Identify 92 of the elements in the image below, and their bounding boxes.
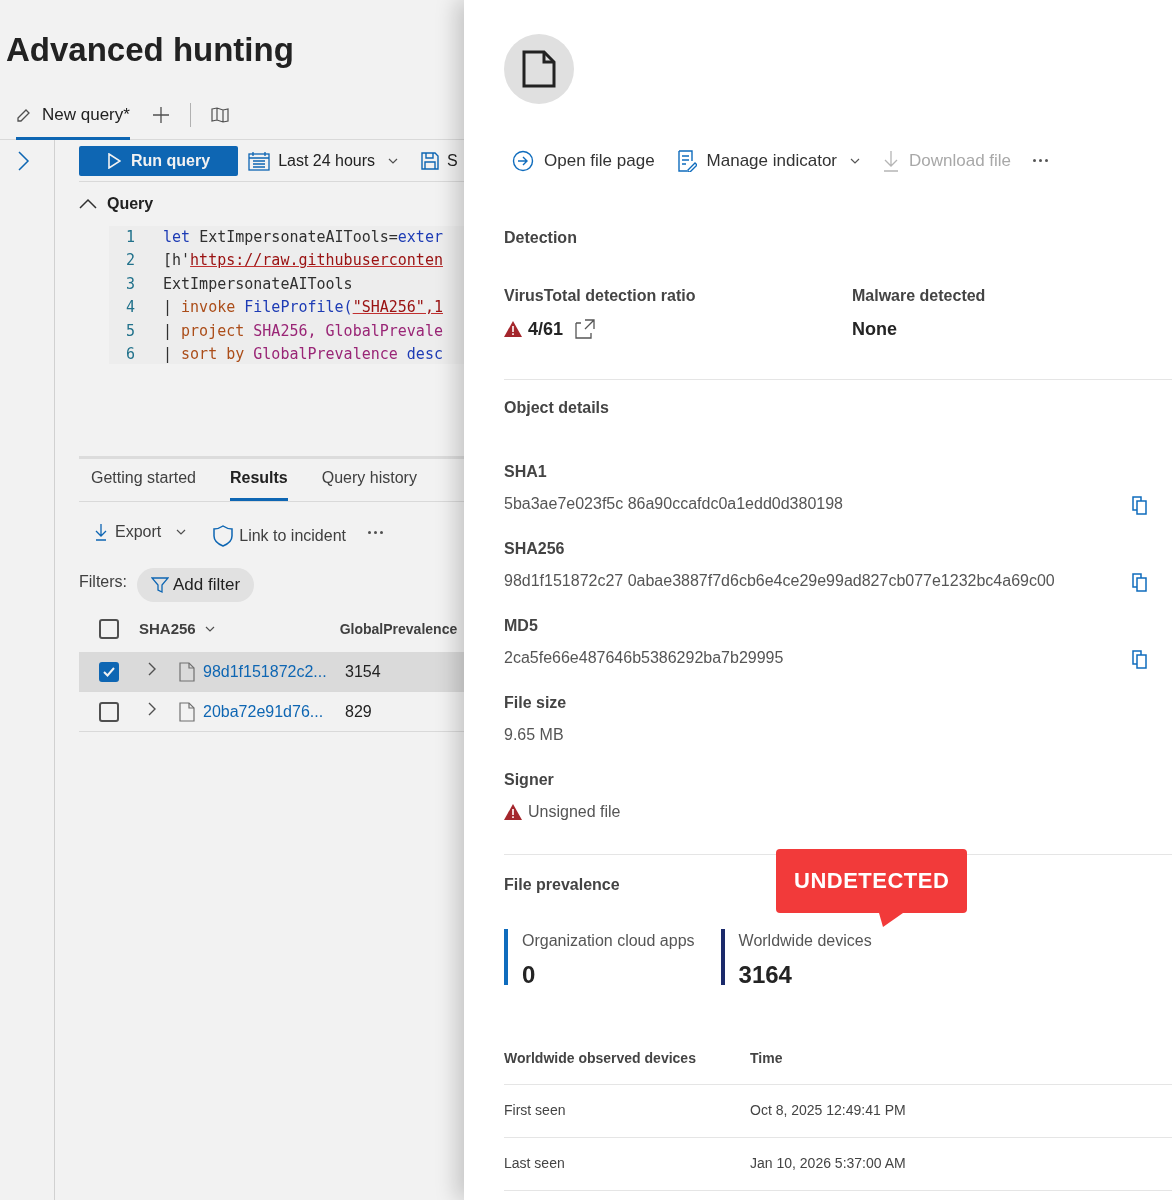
section-heading: Object details — [504, 397, 610, 418]
action-button[interactable]: Manage indicator — [676, 148, 861, 174]
results-tab[interactable]: Results — [229, 466, 288, 501]
line-number: 2 — [124, 250, 136, 272]
code-line: | project SHA256, GlobalPrevale — [163, 320, 443, 342]
calendar-icon — [248, 150, 271, 171]
field-value: None — [852, 317, 898, 341]
file-icon — [179, 661, 195, 682]
stat-value: 3164 — [738, 959, 793, 990]
column-header[interactable]: GlobalPrevalence — [339, 618, 458, 640]
table-cell-text: Oct 8, 2025 12:49:41 PM — [750, 1101, 906, 1120]
field-label: SHA1 — [504, 461, 548, 482]
code-line: | sort by GlobalPrevalence desc — [163, 344, 443, 364]
save-icon — [421, 151, 440, 170]
undetected-callout: UNDETECTED — [776, 848, 968, 913]
external-link-icon[interactable] — [575, 319, 596, 339]
arrow-circle-icon — [512, 149, 534, 172]
callout-tail — [879, 912, 904, 927]
code-line: | invoke FileProfile("SHA256",1 — [163, 297, 443, 319]
time-range-dropdown[interactable]: Last 24 hours — [248, 148, 400, 173]
results-tab[interactable]: Getting started — [91, 466, 196, 501]
map-icon[interactable] — [210, 107, 229, 123]
field-label: MD5 — [504, 615, 539, 636]
more-icon[interactable] — [368, 530, 383, 534]
checkbox[interactable] — [99, 661, 119, 682]
expand-icon[interactable] — [16, 150, 30, 172]
table-cell-text: 829 — [345, 701, 372, 722]
query-section-toggle[interactable]: Query — [79, 182, 464, 226]
table-cell-text: Jan 10, 2026 5:37:00 AM — [750, 1154, 906, 1173]
file-icon — [522, 50, 556, 88]
more-icon[interactable] — [1033, 159, 1049, 163]
field-label: VirusTotal detection ratio — [504, 285, 697, 306]
field-label: Signer — [504, 769, 555, 790]
detection-ratio: 4/61 — [528, 317, 564, 341]
copy-icon[interactable] — [1130, 647, 1150, 670]
save-button[interactable]: S — [421, 148, 458, 173]
checkmark-icon — [103, 666, 115, 677]
play-icon — [107, 152, 121, 169]
line-number: 1 — [124, 227, 136, 248]
line-number: 4 — [124, 297, 136, 319]
field-value: Unsigned file — [528, 801, 621, 822]
table-row[interactable]: 98d1f151872c2... 3154 — [79, 652, 464, 692]
sha256-link[interactable]: 20ba72e91d76... — [203, 699, 337, 724]
results-tab[interactable]: Query history — [321, 466, 417, 501]
copy-icon[interactable] — [1130, 493, 1150, 516]
hash-value: 98d1f151872c27 0abae3887f7d6cb6e4ce29e99ad827cb077e1232bc4a69c00 — [504, 570, 1056, 591]
field-value: 9.65 MB — [504, 724, 565, 745]
add-icon[interactable] — [151, 106, 170, 124]
stat-label: Worldwide devices — [738, 930, 872, 951]
stat-label: Organization cloud apps — [522, 930, 695, 951]
column-header[interactable]: SHA256 — [139, 617, 216, 641]
shield-icon — [213, 525, 234, 547]
chevron-right-icon[interactable] — [147, 660, 157, 677]
link-to-incident-button[interactable]: Link to incident — [213, 524, 346, 548]
code-line: ExtImpersonateAITools — [163, 273, 353, 295]
download-icon — [883, 149, 899, 172]
column-header: Time — [750, 1048, 783, 1068]
checkbox[interactable] — [99, 619, 119, 639]
line-number: 5 — [124, 320, 136, 342]
hash-value: 5ba3ae7e023f5c 86a90ccafdc0a1edd0d380198 — [504, 493, 844, 514]
warning-icon — [504, 803, 522, 820]
table-cell-text: 3154 — [345, 661, 381, 682]
document-edit-icon — [676, 149, 697, 172]
filter-icon — [151, 576, 169, 594]
chevron-right-icon[interactable] — [147, 700, 157, 717]
add-filter-button[interactable]: Add filter — [137, 568, 255, 602]
column-header: Worldwide observed devices — [504, 1048, 696, 1068]
line-number: 3 — [124, 273, 136, 295]
field-label: Malware detected — [852, 285, 987, 306]
section-heading: File prevalence — [504, 874, 620, 895]
line-number: 6 — [124, 344, 136, 364]
field-label: SHA256 — [504, 538, 566, 559]
field-label: File size — [504, 692, 568, 713]
hash-value: 2ca5fe66e487646b5386292ba7b29995 — [504, 647, 785, 668]
filters-label: Filters: — [79, 572, 127, 592]
file-icon — [179, 701, 195, 722]
page-title: Advanced hunting — [5, 30, 294, 70]
table-cell-text: First seen — [504, 1101, 566, 1120]
export-button[interactable]: Export — [95, 520, 188, 544]
copy-icon[interactable] — [1130, 570, 1150, 593]
code-line: let ExtImpersonateAITools=exter — [163, 227, 443, 248]
download-icon — [95, 523, 107, 541]
action-button[interactable]: Open file page — [512, 148, 655, 174]
table-cell-text: Last seen — [504, 1154, 565, 1173]
code-line: [h'https://raw.githubuserconten — [163, 250, 443, 272]
section-heading: Detection — [504, 227, 578, 248]
run-query-button[interactable]: Run query — [79, 145, 239, 176]
sha256-link[interactable]: 98d1f151872c2... — [203, 659, 337, 684]
query-tab[interactable]: New query* — [16, 93, 130, 140]
stat-value: 0 — [522, 959, 537, 990]
warning-icon — [504, 321, 522, 337]
checkbox[interactable] — [99, 701, 119, 722]
